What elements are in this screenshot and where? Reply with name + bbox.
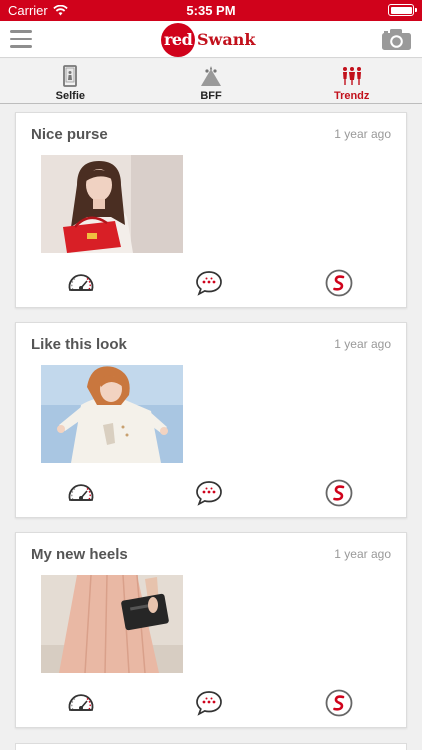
comment-button[interactable] xyxy=(195,479,223,507)
post-card[interactable]: Like this look 1 year ago xyxy=(15,322,407,518)
tab-bar: Selfie BFF Trendz xyxy=(0,59,422,104)
bff-icon xyxy=(201,66,221,86)
post-photo[interactable] xyxy=(41,575,183,673)
post-photo[interactable] xyxy=(41,365,183,463)
chat-bubble-icon xyxy=(196,691,222,716)
logo-red-text: red xyxy=(164,30,193,49)
swank-button[interactable] xyxy=(325,479,353,507)
swank-s-icon xyxy=(325,479,353,507)
post-title: Nice purse xyxy=(31,126,108,143)
post-card[interactable]: Nice purse 1 year ago xyxy=(15,112,407,308)
comment-button[interactable] xyxy=(195,269,223,297)
speedometer-icon xyxy=(68,484,94,501)
post-title: Like this look xyxy=(31,336,127,353)
camera-button[interactable] xyxy=(381,28,412,51)
comment-button[interactable] xyxy=(195,689,223,717)
post-time: 1 year ago xyxy=(334,547,391,561)
camera-icon xyxy=(382,29,411,50)
rate-button[interactable] xyxy=(67,689,95,717)
swank-button[interactable] xyxy=(325,269,353,297)
post-actions xyxy=(16,689,408,717)
rate-button[interactable] xyxy=(67,479,95,507)
post-actions xyxy=(16,479,408,507)
chat-bubble-icon xyxy=(196,271,222,296)
tab-bff-label: BFF xyxy=(200,90,222,102)
woman-in-white-blouse-photo xyxy=(41,365,183,463)
post-time: 1 year ago xyxy=(334,127,391,141)
post-feed[interactable]: Nice purse 1 year ago Like this look 1 y… xyxy=(0,105,422,750)
tab-trendz[interactable]: Trendz xyxy=(281,59,422,103)
selfie-icon xyxy=(63,65,78,87)
post-actions xyxy=(16,269,408,297)
redswank-logo: red Swank xyxy=(161,23,261,57)
app-header: red Swank xyxy=(0,21,422,58)
tab-bff[interactable]: BFF xyxy=(141,59,282,103)
swank-button[interactable] xyxy=(325,689,353,717)
woman-with-red-purse-photo xyxy=(41,155,183,253)
speedometer-icon xyxy=(68,274,94,291)
clock: 5:35 PM xyxy=(186,3,236,18)
post-time: 1 year ago xyxy=(334,337,391,351)
swank-s-icon xyxy=(325,269,353,297)
logo-swank-text: Swank xyxy=(197,30,256,49)
trendz-icon xyxy=(342,67,361,85)
speedometer-icon xyxy=(68,694,94,711)
rate-button[interactable] xyxy=(67,269,95,297)
chat-bubble-icon xyxy=(196,481,222,506)
hamburger-menu-button[interactable] xyxy=(10,30,32,48)
tab-selfie[interactable]: Selfie xyxy=(0,59,141,103)
post-card[interactable]: My new heels 1 year ago xyxy=(15,532,407,728)
pink-skirt-with-clutch-photo xyxy=(41,575,183,673)
battery-icon xyxy=(388,4,417,16)
post-title: My new heels xyxy=(31,546,128,563)
post-card-partial[interactable] xyxy=(15,743,407,750)
swank-s-icon xyxy=(325,689,353,717)
tab-selfie-label: Selfie xyxy=(55,90,86,102)
post-photo[interactable] xyxy=(41,155,183,253)
tab-trendz-label: Trendz xyxy=(333,90,370,102)
status-bar: Carrier 5:35 PM xyxy=(0,0,422,21)
